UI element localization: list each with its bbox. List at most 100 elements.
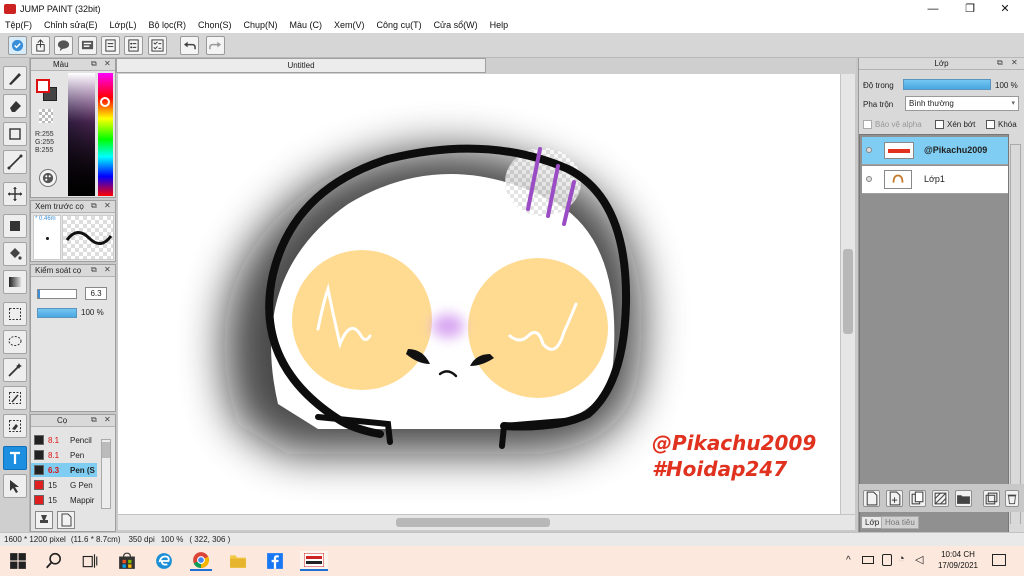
- clock[interactable]: 10:04 CH 17/09/2021: [932, 549, 984, 571]
- facebook-app[interactable]: [264, 551, 286, 571]
- battery-icon[interactable]: [862, 556, 874, 564]
- bucket-tool[interactable]: [3, 242, 27, 266]
- layer-item[interactable]: Lớp1: [862, 166, 1008, 194]
- new-layer-button[interactable]: [863, 490, 880, 507]
- search-button[interactable]: [43, 551, 65, 571]
- panel-close-icon[interactable]: ✕: [1011, 58, 1018, 67]
- tab-layers[interactable]: Lớp: [861, 516, 884, 529]
- page-button[interactable]: [101, 36, 120, 55]
- panel-float-icon[interactable]: ⧉: [997, 58, 1003, 68]
- operation-tool[interactable]: [3, 474, 27, 498]
- hue-handle[interactable]: [100, 97, 110, 107]
- brush-item-selected[interactable]: 6.3 Pen (S: [31, 463, 97, 477]
- brush-item[interactable]: 15 Mappir: [31, 493, 97, 507]
- new-brush-button[interactable]: [57, 511, 75, 529]
- lasso-tool[interactable]: [3, 330, 27, 354]
- menu-view[interactable]: Xem(V): [334, 20, 365, 30]
- panel-float-icon[interactable]: ⧉: [91, 265, 97, 275]
- protect-alpha-checkbox[interactable]: [863, 120, 872, 129]
- brush-item[interactable]: 15 G Pen: [31, 478, 97, 492]
- primary-color-swatch[interactable]: [36, 79, 50, 93]
- new-layer-from-button[interactable]: [886, 490, 903, 507]
- menu-file[interactable]: Tệp(F): [5, 20, 32, 30]
- panel-close-icon[interactable]: ✕: [104, 265, 111, 274]
- tray-chevron-icon[interactable]: ^: [846, 555, 851, 566]
- brush-list-scrollbar[interactable]: [101, 439, 111, 509]
- menu-edit[interactable]: Chỉnh sửa(E): [44, 20, 98, 30]
- store-app[interactable]: [116, 551, 138, 571]
- checklist-button[interactable]: [148, 36, 167, 55]
- duplicate-layer-button[interactable]: [983, 490, 1000, 507]
- move-tool[interactable]: [3, 182, 27, 206]
- file-explorer-app[interactable]: [227, 551, 249, 571]
- canvas-horizontal-scrollbar[interactable]: [118, 514, 855, 530]
- layer-folder-button[interactable]: [955, 490, 972, 507]
- close-button[interactable]: ✕: [988, 0, 1022, 17]
- palette-button[interactable]: [39, 169, 57, 187]
- delete-layer-button[interactable]: [1005, 490, 1019, 507]
- panel-float-icon[interactable]: ⧉: [91, 59, 97, 69]
- menu-select[interactable]: Chọn(S): [198, 20, 232, 30]
- eraser-tool[interactable]: [3, 94, 27, 118]
- fill-rect-tool[interactable]: [3, 214, 27, 238]
- wifi-icon[interactable]: ◔: [898, 553, 905, 565]
- start-button[interactable]: [7, 551, 29, 571]
- brush-tool[interactable]: [3, 66, 27, 90]
- brush-item[interactable]: 8.1 Pen: [31, 448, 97, 462]
- menu-window[interactable]: Cửa sổ(W): [434, 20, 478, 30]
- list-button[interactable]: [124, 36, 143, 55]
- copy-layer-button[interactable]: [909, 490, 926, 507]
- menu-capture[interactable]: Chụp(N): [244, 20, 278, 30]
- notification-icon[interactable]: [992, 554, 1006, 566]
- drawing-canvas[interactable]: @Pikachu2009 #Hoidap247: [118, 74, 840, 514]
- panel-close-icon[interactable]: ✕: [104, 201, 111, 210]
- lock-toggle[interactable]: Khóa: [986, 120, 1017, 129]
- message-button[interactable]: [78, 36, 97, 55]
- hue-slider[interactable]: [98, 73, 113, 196]
- rect-select-tool[interactable]: [3, 302, 27, 326]
- share-button[interactable]: [31, 36, 50, 55]
- horizontal-scroll-thumb[interactable]: [396, 518, 550, 527]
- brush-settings-button[interactable]: [35, 511, 53, 529]
- layer-opacity-slider[interactable]: [903, 79, 991, 90]
- menu-tools[interactable]: Công cụ(T): [377, 20, 422, 30]
- clipping-checkbox[interactable]: [935, 120, 944, 129]
- maximize-button[interactable]: ❐: [953, 0, 987, 17]
- tab-navigator[interactable]: Hoa tiêu: [881, 516, 919, 529]
- select-eraser-tool[interactable]: [3, 414, 27, 438]
- cloud-check-button[interactable]: [8, 36, 27, 55]
- visibility-eye-icon[interactable]: [866, 147, 872, 153]
- magic-wand-tool[interactable]: [3, 358, 27, 382]
- brush-size-slider[interactable]: [37, 289, 77, 299]
- brush-list-scroll-thumb[interactable]: [102, 442, 110, 458]
- visibility-eye-icon[interactable]: [866, 176, 872, 182]
- transparent-color-swatch[interactable]: [39, 109, 53, 123]
- layer-item-selected[interactable]: @Pikachu2009: [862, 137, 1008, 165]
- document-tab[interactable]: Untitled: [116, 58, 486, 73]
- protect-alpha-toggle[interactable]: Bảo vệ alpha: [863, 120, 922, 129]
- text-tool[interactable]: [3, 446, 27, 470]
- minimize-button[interactable]: —: [916, 0, 950, 17]
- layer-texture-button[interactable]: [932, 490, 949, 507]
- task-view-button[interactable]: [79, 551, 101, 571]
- menu-help[interactable]: Help: [490, 20, 509, 30]
- menu-filter[interactable]: Bộ lọc(R): [148, 20, 186, 30]
- redo-button[interactable]: [206, 36, 225, 55]
- brush-item[interactable]: 8.1 Pencil: [31, 433, 97, 447]
- shape-tool[interactable]: [3, 122, 27, 146]
- panel-close-icon[interactable]: ✕: [104, 415, 111, 424]
- jump-paint-app[interactable]: [300, 551, 328, 571]
- vertical-scroll-thumb[interactable]: [843, 249, 853, 334]
- gradient-tool[interactable]: [3, 270, 27, 294]
- panel-float-icon[interactable]: ⧉: [91, 201, 97, 211]
- comment-button[interactable]: [54, 36, 73, 55]
- undo-button[interactable]: [180, 36, 199, 55]
- layer-list-scrollbar[interactable]: [1010, 144, 1021, 525]
- menu-layer[interactable]: Lớp(L): [110, 20, 137, 30]
- panel-float-icon[interactable]: ⧉: [91, 415, 97, 425]
- brush-opacity-slider[interactable]: [37, 308, 77, 318]
- volume-icon[interactable]: ◁: [915, 553, 923, 566]
- line-tool[interactable]: [3, 150, 27, 174]
- canvas-vertical-scrollbar[interactable]: [840, 74, 855, 514]
- clipping-toggle[interactable]: Xén bớt: [935, 120, 975, 129]
